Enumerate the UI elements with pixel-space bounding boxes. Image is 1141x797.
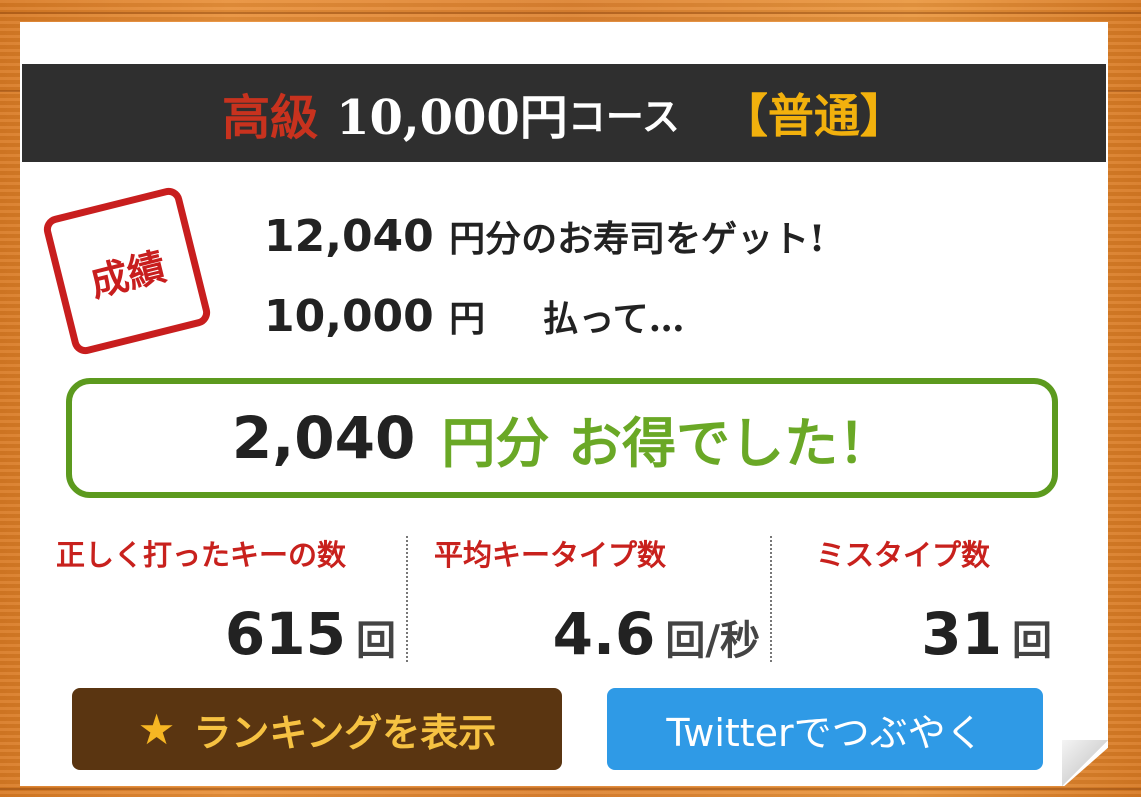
savings-value: 2,040 (231, 404, 416, 472)
stat-average-speed: 平均キータイプ数 4.6 回/秒 (408, 528, 766, 668)
stat-value-wrap: 31 回 (921, 600, 1052, 668)
stat-correct-keys: 正しく打ったキーの数 615 回 (50, 528, 402, 668)
savings-text: 円分 お得でした！ (441, 410, 893, 475)
stat-value-wrap: 615 回 (225, 600, 396, 668)
paid-value: 10,000 (264, 291, 434, 342)
course-amount: 10,000円 (336, 90, 568, 146)
stat-unit: 回 (1012, 617, 1052, 664)
stat-label: 平均キータイプ数 (434, 538, 667, 572)
wood-seam (0, 12, 1141, 14)
wood-seam (0, 788, 1141, 790)
stat-unit: 回 (356, 617, 396, 664)
earned-value: 12,040 (264, 211, 434, 262)
star-icon: ★ (137, 704, 176, 754)
stat-value: 31 (921, 600, 1002, 668)
earned-line: 12,040 円分のお寿司をゲット! (264, 210, 825, 262)
savings-box: 2,040 円分 お得でした！ (66, 378, 1058, 498)
paid-line: 10,000 円 払って… (264, 290, 685, 342)
stat-value: 4.6 (552, 600, 656, 668)
paid-unit: 円 (449, 298, 486, 340)
stat-mistypes: ミスタイプ数 31 回 (772, 528, 1058, 668)
ranking-button-label: ランキングを表示 (193, 710, 497, 755)
difficulty-level: 【普通】 (721, 89, 906, 143)
stat-value: 615 (224, 600, 346, 668)
stat-label: ミスタイプ数 (816, 538, 991, 572)
course-header: 高級 10,000円 コース 【普通】 (22, 64, 1106, 162)
page-curl (1062, 740, 1108, 786)
tweet-button-label: Twitterでつぶやく (666, 710, 984, 755)
stat-value-wrap: 4.6 回/秒 (553, 600, 760, 668)
course-label: コース (567, 93, 680, 139)
course-grade: 高級 (222, 90, 319, 146)
paid-text: 払って… (542, 298, 685, 340)
stat-label: 正しく打ったキーの数 (56, 538, 347, 572)
show-ranking-button[interactable]: ★ ランキングを表示 (72, 688, 562, 770)
tweet-button[interactable]: Twitterでつぶやく (607, 688, 1043, 770)
stat-unit: 回/秒 (665, 617, 760, 664)
earned-text: 円分のお寿司をゲット! (449, 218, 825, 260)
